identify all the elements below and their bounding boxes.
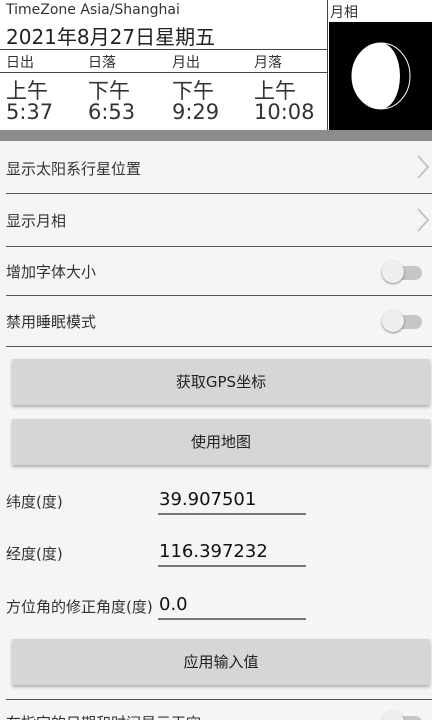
moon-phase-panel — [329, 22, 432, 130]
azimuth-correction-field[interactable] — [158, 590, 306, 620]
toggle-thumb — [382, 310, 404, 332]
disable-sleep-toggle[interactable] — [382, 305, 422, 335]
latitude-label: 纬度(度) — [6, 493, 63, 511]
moon-phase-icon — [351, 42, 411, 110]
moonrise-time: 9:29 — [172, 100, 220, 124]
increase-font-label: 增加字体大小 — [6, 263, 97, 281]
chevron-right-icon — [417, 155, 430, 179]
sunset-time: 6:53 — [88, 100, 136, 124]
show-sky-at-time-row: 在指定的日期和时间显示天空 — [6, 700, 432, 720]
divider — [0, 49, 327, 50]
sun-moon-info-panel: TimeZone Asia/Shanghai 2021年8月27日星期五 日出 … — [0, 0, 432, 130]
longitude-field[interactable] — [158, 537, 306, 567]
chevron-right-icon — [417, 208, 430, 232]
increase-font-toggle[interactable] — [382, 256, 422, 286]
sunset-label: 日落 — [88, 55, 116, 71]
apply-input-button[interactable]: 应用输入值 — [12, 639, 430, 685]
show-planets-row[interactable]: 显示太阳系行星位置 — [6, 141, 432, 193]
divider — [0, 72, 327, 73]
show-sky-at-time-toggle[interactable] — [382, 706, 422, 720]
sunrise-time: 5:37 — [6, 100, 54, 124]
moon-phase-label: 月相 — [330, 5, 358, 21]
toggle-thumb — [382, 711, 404, 720]
moonset-time: 10:08 — [254, 100, 315, 124]
increase-font-row: 增加字体大小 — [6, 247, 432, 295]
latitude-field[interactable] — [158, 485, 306, 515]
show-sky-at-time-label: 在指定的日期和时间显示天空 — [6, 712, 201, 720]
divider — [6, 346, 432, 347]
date-label: 2021年8月27日星期五 — [6, 25, 216, 49]
disable-sleep-label: 禁用睡眠模式 — [6, 313, 97, 331]
show-moon-phase-label: 显示月相 — [6, 212, 67, 230]
moonrise-label: 月出 — [172, 55, 200, 71]
disable-sleep-row: 禁用睡眠模式 — [6, 296, 432, 346]
azimuth-correction-label: 方位角的修正角度(度) — [6, 598, 153, 616]
moonset-label: 月落 — [254, 55, 282, 71]
sunrise-label: 日出 — [6, 55, 34, 71]
separator-bar — [0, 130, 432, 141]
toggle-thumb — [382, 261, 404, 283]
divider — [327, 0, 328, 130]
use-map-button[interactable]: 使用地图 — [12, 419, 430, 465]
show-planets-label: 显示太阳系行星位置 — [6, 160, 142, 178]
timezone-label: TimeZone Asia/Shanghai — [6, 2, 180, 18]
get-gps-button[interactable]: 获取GPS坐标 — [12, 359, 430, 405]
longitude-label: 经度(度) — [6, 545, 63, 563]
show-moon-phase-row[interactable]: 显示月相 — [6, 194, 432, 246]
